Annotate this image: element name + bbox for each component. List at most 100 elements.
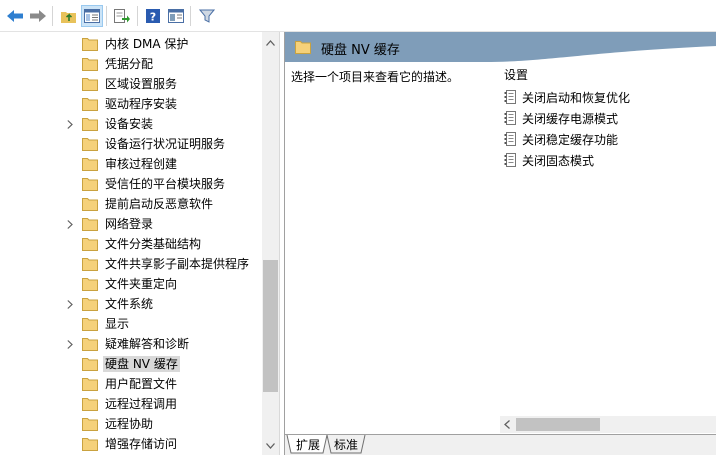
chevron-right-icon[interactable] xyxy=(64,338,76,350)
tree-item[interactable]: 提前启动反恶意软件 xyxy=(0,194,262,214)
tree-item-label: 设备运行状况证明服务 xyxy=(105,137,226,151)
tree-item[interactable]: 疑难解答和诊断 xyxy=(0,334,262,354)
properties-icon[interactable] xyxy=(165,5,187,27)
tree-item[interactable]: 增强存储访问 xyxy=(0,434,262,454)
toolbar-separator xyxy=(190,6,191,26)
tree-item-label: 内核 DMA 保护 xyxy=(105,37,189,51)
setting-item[interactable]: 关闭缓存电源模式 xyxy=(504,109,618,127)
folder-icon xyxy=(82,337,98,351)
tree-item-label: 网络登录 xyxy=(105,217,154,231)
tree-item-label: 远程过程调用 xyxy=(105,397,178,411)
svg-text:?: ? xyxy=(150,11,156,24)
tree-item-label: 文件分类基础结构 xyxy=(105,237,202,251)
tree-item-label: 增强存储访问 xyxy=(105,437,178,451)
tree-item-label: 审核过程创建 xyxy=(105,157,178,171)
tree-item-label: 远程协助 xyxy=(105,417,154,431)
tree-item[interactable]: 凭据分配 xyxy=(0,54,262,74)
folder-icon xyxy=(82,277,98,291)
tree-item-label: 设备安装 xyxy=(105,117,154,131)
folder-icon xyxy=(82,137,98,151)
folder-icon xyxy=(82,117,98,131)
up-folder-icon[interactable] xyxy=(58,5,80,27)
tree-item[interactable]: 远程过程调用 xyxy=(0,394,262,414)
tab-extended[interactable]: 扩展 xyxy=(292,435,324,455)
toolbar: ? xyxy=(0,0,716,32)
folder-icon xyxy=(82,437,98,451)
tree-item-label: 受信任的平台模块服务 xyxy=(105,177,226,191)
back-icon[interactable] xyxy=(4,5,26,27)
scroll-left-arrow-icon[interactable] xyxy=(500,416,514,433)
setting-item-label: 关闭启动和恢复优化 xyxy=(522,90,631,105)
tree-item-label: 用户配置文件 xyxy=(105,377,178,391)
tree-item[interactable]: 文件夹重定向 xyxy=(0,274,262,294)
filter-icon[interactable] xyxy=(196,5,218,27)
folder-icon xyxy=(82,37,98,51)
tree-item-label: 文件夹重定向 xyxy=(105,277,178,291)
details-header: 硬盘 NV 缓存 xyxy=(285,32,716,62)
folder-icon xyxy=(82,217,98,231)
tree-item-label: 区域设置服务 xyxy=(105,77,178,91)
tree-item-label: 硬盘 NV 缓存 xyxy=(103,356,180,372)
folder-icon xyxy=(82,357,98,371)
policy-setting-icon xyxy=(504,111,516,125)
description-text: 选择一个项目来查看它的描述。 xyxy=(291,70,460,84)
policy-setting-icon xyxy=(504,90,516,104)
tree-scrollbar[interactable] xyxy=(262,32,279,455)
tree-item[interactable]: 审核过程创建 xyxy=(0,154,262,174)
folder-icon xyxy=(82,257,98,271)
details-title: 硬盘 NV 缓存 xyxy=(321,43,400,58)
chevron-right-icon[interactable] xyxy=(64,118,76,130)
export-list-icon[interactable] xyxy=(111,5,133,27)
forward-icon[interactable] xyxy=(27,5,49,27)
scroll-up-arrow-icon[interactable] xyxy=(262,36,279,50)
view-tabs: 扩展 标准 xyxy=(285,434,716,455)
tree-item[interactable]: 内核 DMA 保护 xyxy=(0,34,262,54)
chevron-right-icon[interactable] xyxy=(64,298,76,310)
folder-icon xyxy=(82,57,98,71)
setting-item-label: 关闭固态模式 xyxy=(522,153,595,168)
tree-item[interactable]: 受信任的平台模块服务 xyxy=(0,174,262,194)
tree-item-label: 疑难解答和诊断 xyxy=(105,337,190,351)
folder-icon xyxy=(295,41,311,54)
tree-item[interactable]: 网络登录 xyxy=(0,214,262,234)
settings-horizontal-scrollbar[interactable] xyxy=(500,416,716,433)
folder-icon xyxy=(82,377,98,391)
policy-setting-icon xyxy=(504,153,516,167)
tree-item[interactable]: 驱动程序安装 xyxy=(0,94,262,114)
tree-scrollbar-thumb[interactable] xyxy=(263,260,278,392)
tree-item[interactable]: 设备运行状况证明服务 xyxy=(0,134,262,154)
settings-column-header[interactable]: 设置 xyxy=(504,66,528,83)
tree-item[interactable]: 文件系统 xyxy=(0,294,262,314)
chevron-right-icon[interactable] xyxy=(64,218,76,230)
scroll-down-arrow-icon[interactable] xyxy=(262,439,279,453)
tree-item[interactable]: 硬盘 NV 缓存 xyxy=(0,354,262,374)
horizontal-scrollbar-thumb[interactable] xyxy=(516,418,600,431)
tree-item[interactable]: 设备安装 xyxy=(0,114,262,134)
category-tree: 内核 DMA 保护 凭据分配区域设置服务 驱动程序安装 设备安装设备运行状况证明服务审… xyxy=(0,32,280,455)
folder-icon xyxy=(82,297,98,311)
setting-item[interactable]: 关闭固态模式 xyxy=(504,151,594,169)
toolbar-separator xyxy=(106,6,107,26)
folder-icon xyxy=(82,197,98,211)
tree-item[interactable]: 远程协助 xyxy=(0,414,262,434)
details-pane: 硬盘 NV 缓存 选择一个项目来查看它的描述。 设置 关闭启动和恢复优化 关闭缓存… xyxy=(284,32,716,455)
setting-item-label: 关闭缓存电源模式 xyxy=(522,111,619,126)
tree-item-label: 文件系统 xyxy=(105,297,154,311)
tab-standard[interactable]: 标准 xyxy=(330,435,362,455)
show-hide-tree-icon[interactable] xyxy=(81,5,103,27)
tree-item[interactable]: 文件共享影子副本提供程序 xyxy=(0,254,262,274)
tree-item-label: 文件共享影子副本提供程序 xyxy=(105,257,250,271)
tree-item-label: 显示 xyxy=(105,317,130,331)
tree-item[interactable]: 区域设置服务 xyxy=(0,74,262,94)
tree-item[interactable]: 显示 xyxy=(0,314,262,334)
tree-item[interactable]: 用户配置文件 xyxy=(0,374,262,394)
tree-item[interactable]: 文件分类基础结构 xyxy=(0,234,262,254)
policy-setting-icon xyxy=(504,132,516,146)
tree-item-label: 凭据分配 xyxy=(105,57,154,71)
setting-item-label: 关闭稳定缓存功能 xyxy=(522,132,619,147)
setting-item[interactable]: 关闭启动和恢复优化 xyxy=(504,88,630,106)
tree-item-label: 驱动程序安装 xyxy=(105,97,178,111)
setting-item[interactable]: 关闭稳定缓存功能 xyxy=(504,130,618,148)
toolbar-separator xyxy=(137,6,138,26)
help-icon[interactable]: ? xyxy=(142,5,164,27)
